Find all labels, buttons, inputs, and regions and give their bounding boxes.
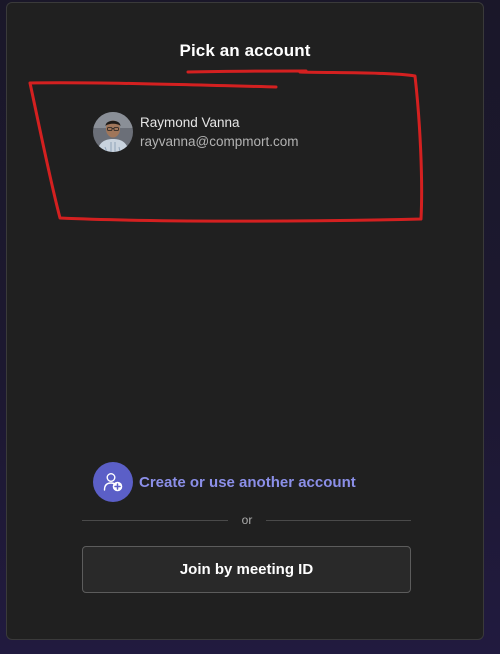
person-add-icon (93, 462, 133, 502)
create-account-button[interactable]: Create or use another account (93, 462, 356, 502)
join-by-meeting-id-button[interactable]: Join by meeting ID (82, 546, 411, 593)
account-list-item[interactable]: Raymond Vanna rayvanna@compmort.com (93, 109, 353, 155)
account-name: Raymond Vanna (140, 115, 240, 130)
account-email: rayvanna@compmort.com (140, 134, 299, 149)
user-avatar (93, 112, 133, 152)
account-picker-dialog: Pick an account Raymond Vanna rayvanna@c… (6, 2, 484, 640)
create-account-label: Create or use another account (139, 473, 356, 491)
divider-or-text: or (241, 513, 253, 527)
account-text: Raymond Vanna rayvanna@compmort.com (140, 113, 299, 151)
divider-line-left (82, 520, 228, 521)
dialog-title: Pick an account (179, 41, 311, 60)
divider-line-right (266, 520, 411, 521)
